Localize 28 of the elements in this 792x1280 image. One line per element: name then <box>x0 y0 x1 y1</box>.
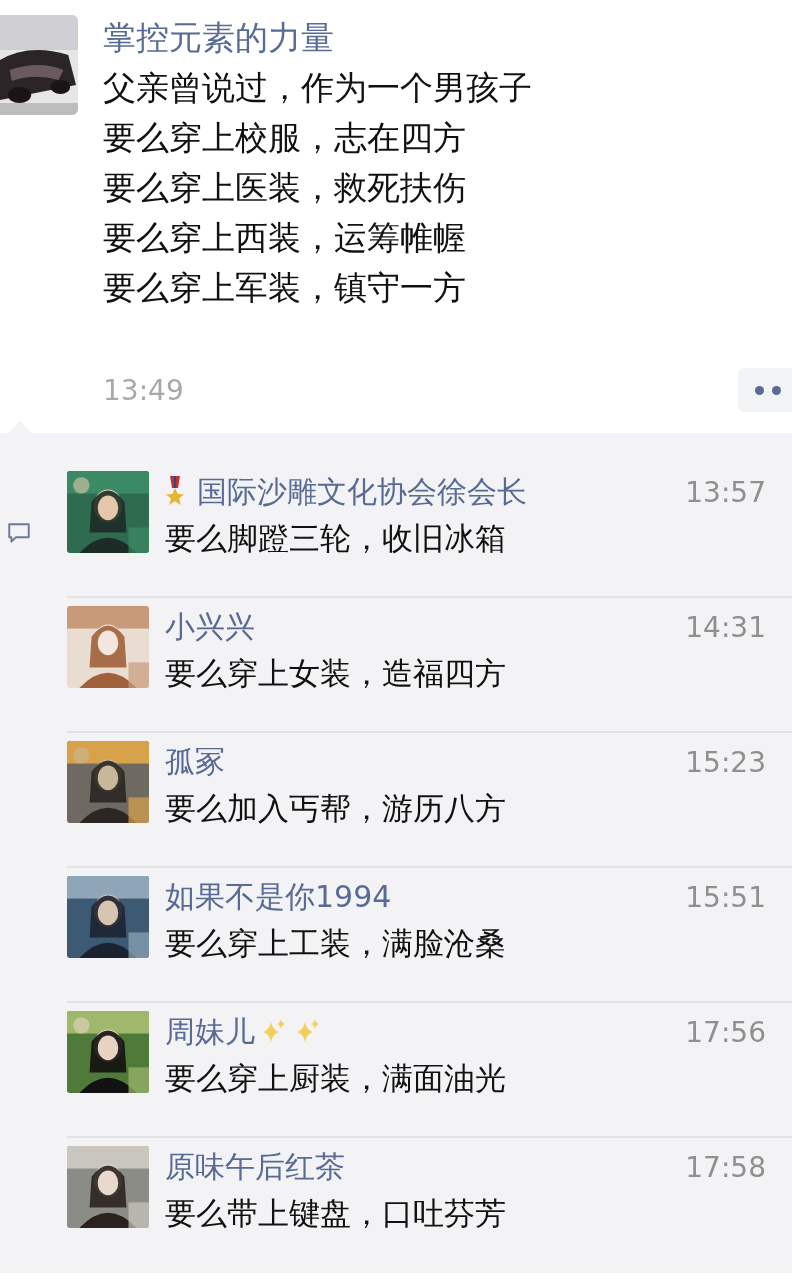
post-text-line: 要么穿上军装，镇守一方 <box>103 267 467 309</box>
comment-text: 要么穿上工装，满脸沧桑 <box>165 924 507 963</box>
comment-time: 17:56 <box>685 1015 766 1049</box>
author-name[interactable]: 掌控元素的力量 <box>103 15 792 61</box>
comment-icon <box>6 521 32 545</box>
commenter-name[interactable]: 原味午后红茶 <box>165 1146 345 1188</box>
comment-text: 要么穿上厨装，满面油光 <box>165 1059 507 1098</box>
commenter-name[interactable]: 国际沙雕文化协会徐会长 <box>197 471 527 513</box>
commenter-name[interactable]: 小兴兴 <box>165 606 255 648</box>
post-text-line: 要么穿上医装，救死扶伤 <box>103 167 467 209</box>
comment-time: 15:51 <box>685 880 766 914</box>
comment-text: 要么加入丐帮，游历八方 <box>165 789 507 828</box>
comment-text: 要么穿上女装，造福四方 <box>165 654 507 693</box>
commenter-name[interactable]: 如果不是你1994 <box>165 876 392 918</box>
post-text-line: 要么穿上西装，运筹帷幄 <box>103 217 467 259</box>
post-time: 13:49 <box>103 373 184 407</box>
comment-time: 15:23 <box>685 745 766 779</box>
post-text-line: 要么穿上校服，志在四方 <box>103 117 467 159</box>
comment-text: 要么带上键盘，口吐芬芳 <box>165 1194 507 1233</box>
commenter-name[interactable]: 周妹儿 <box>165 1011 255 1053</box>
comment-time: 14:31 <box>685 610 766 644</box>
post-text-line: 父亲曾说过，作为一个男孩子 <box>103 67 533 109</box>
more-button[interactable] <box>738 368 792 412</box>
commenter-name[interactable]: 孤冢 <box>165 741 225 783</box>
medal-icon <box>165 476 185 508</box>
comment-text: 要么脚蹬三轮，收旧冰箱 <box>165 519 507 558</box>
comment-time: 17:58 <box>685 1150 766 1184</box>
comment-time: 13:57 <box>685 475 766 509</box>
